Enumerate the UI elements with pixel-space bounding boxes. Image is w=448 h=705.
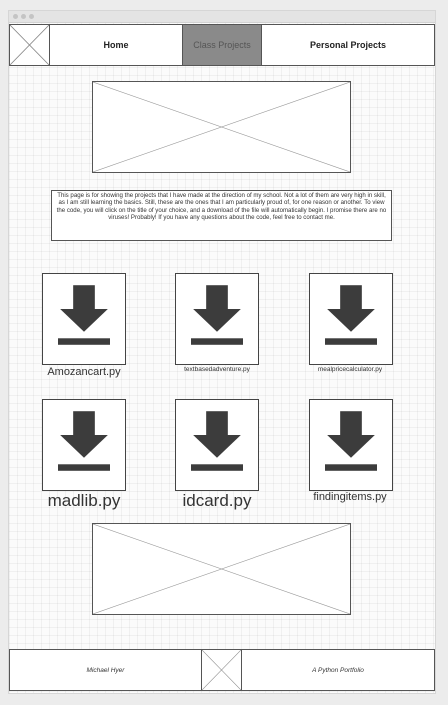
window-dot-icon <box>29 14 34 19</box>
download-icon <box>191 285 243 345</box>
intro-paragraph: This page is for showing the projects th… <box>51 190 392 241</box>
logo-image-placeholder[interactable] <box>9 24 50 66</box>
download-icon <box>58 285 110 345</box>
browser-window: Home Class Projects Personal Projects Th… <box>8 10 436 694</box>
download-button-madlib[interactable] <box>42 399 126 491</box>
image-placeholder-icon <box>93 524 350 614</box>
window-dot-icon <box>21 14 26 19</box>
navbar: Home Class Projects Personal Projects <box>9 24 435 66</box>
banner-image-placeholder <box>92 81 351 173</box>
project-link-madlib[interactable]: madlib.py <box>24 491 144 511</box>
project-link-textbasedadventure[interactable]: textbasedadventure.py <box>167 366 267 373</box>
footer-image-placeholder <box>201 649 242 691</box>
image-placeholder-icon <box>202 650 241 690</box>
project-link-mealpricecalculator[interactable]: mealpricecalculator.py <box>300 366 400 373</box>
download-button-idcard[interactable] <box>175 399 259 491</box>
bottom-image-placeholder <box>92 523 351 615</box>
download-icon <box>325 285 377 345</box>
nav-home[interactable]: Home <box>50 25 183 65</box>
project-link-idcard[interactable]: idcard.py <box>157 491 277 511</box>
window-titlebar <box>9 11 435 23</box>
download-button-amozancart[interactable] <box>42 273 126 365</box>
download-icon <box>191 411 243 471</box>
download-button-mealpricecalculator[interactable] <box>309 273 393 365</box>
footer: Michael Hyer A Python Portfolio <box>9 649 435 691</box>
window-dot-icon <box>13 14 18 19</box>
image-placeholder-icon <box>93 82 350 172</box>
footer-author: Michael Hyer <box>86 666 125 674</box>
download-icon <box>325 411 377 471</box>
nav-personal-projects[interactable]: Personal Projects <box>262 25 434 65</box>
footer-tagline: A Python Portfolio <box>312 666 364 674</box>
download-button-textbasedadventure[interactable] <box>175 273 259 365</box>
download-button-findingitems[interactable] <box>309 399 393 491</box>
download-icon <box>58 411 110 471</box>
project-link-findingitems[interactable]: findingitems.py <box>300 491 400 503</box>
nav-class-projects[interactable]: Class Projects <box>183 25 262 65</box>
image-placeholder-icon <box>9 24 50 66</box>
project-link-amozancart[interactable]: Amozancart.py <box>34 366 134 378</box>
